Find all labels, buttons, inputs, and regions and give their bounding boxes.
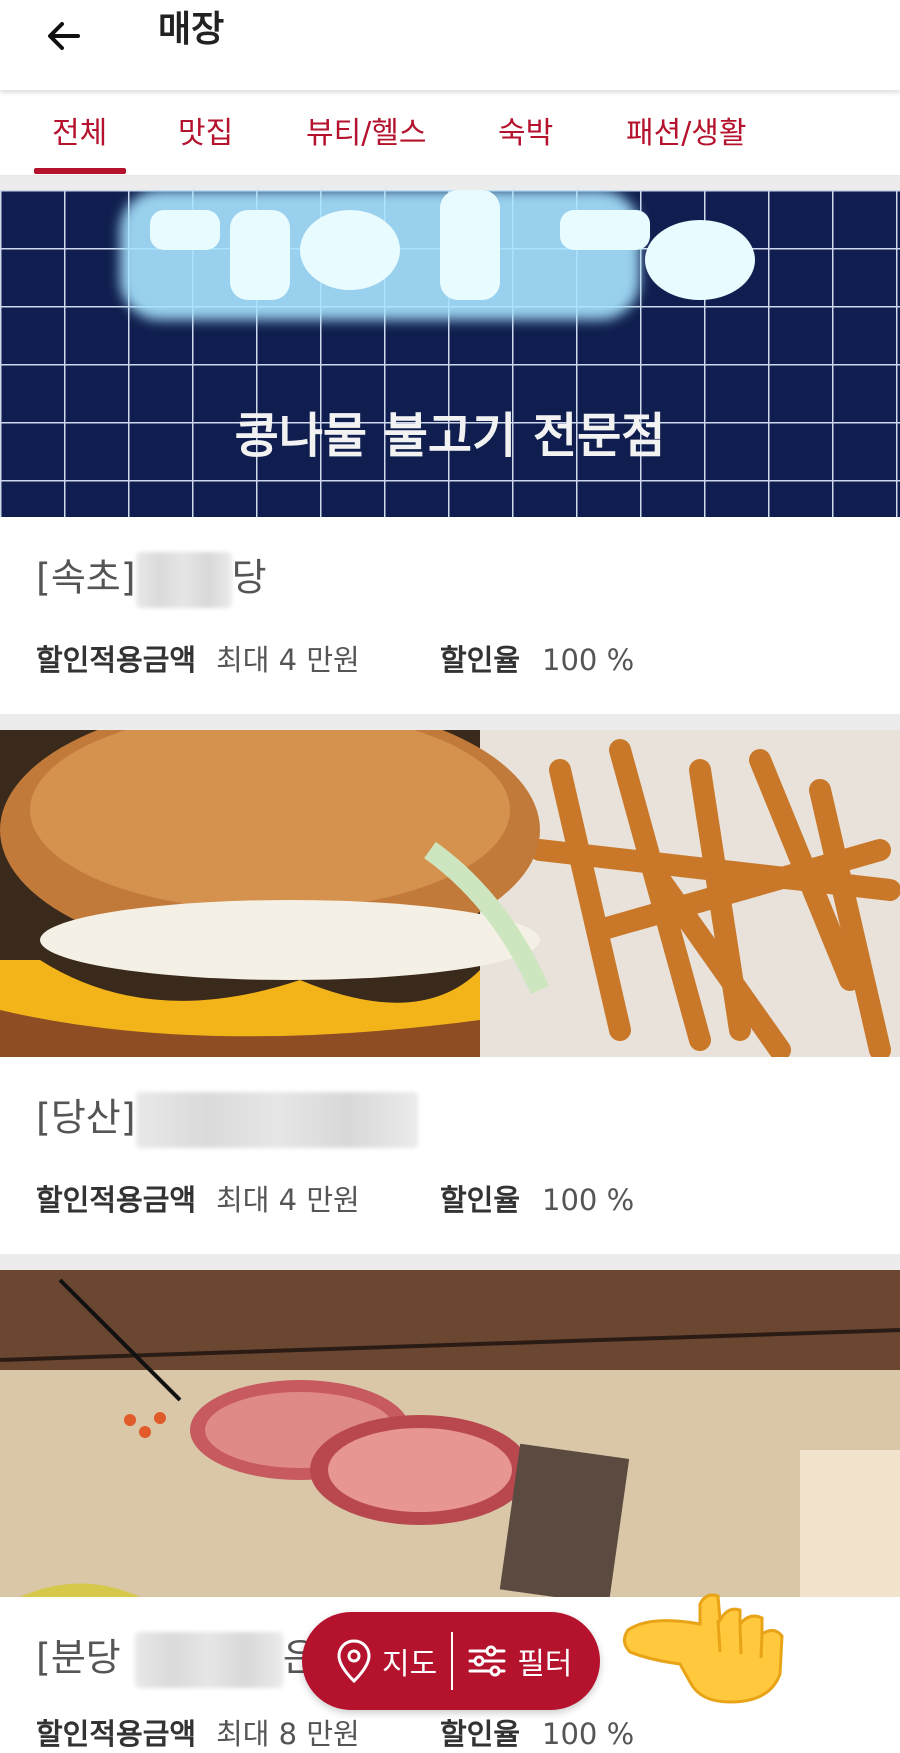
category-tabs: 전체 맛집 뷰티/헬스 숙박 패션/생활 (0, 90, 900, 176)
map-button[interactable]: 지도 (302, 1612, 451, 1710)
store-title: [속초] 당 (36, 552, 267, 608)
store-title: [당산] (36, 1092, 418, 1148)
discount-rate-label: 할인율 (440, 1183, 521, 1217)
store-image (0, 1270, 900, 1597)
tab-fashion-living[interactable]: 패션/생활 (626, 114, 747, 154)
map-filter-fab: 지도 필터 (302, 1612, 600, 1710)
discount-amount-value: 최대 8 만원 (216, 1717, 360, 1751)
pointing-hand-icon (623, 1593, 784, 1704)
discount-rate-value: 100 % (542, 643, 635, 677)
store-region: [분당 (36, 1635, 121, 1680)
discount-amount-label: 할인적용금액 (36, 643, 197, 677)
store-name-suffix: 당 (231, 555, 267, 600)
app-header: 매장 (0, 0, 900, 90)
discount-info: 할인적용금액 최대 8 만원 할인율 100 % (36, 1714, 634, 1753)
active-tab-indicator (34, 168, 126, 174)
discount-info: 할인적용금액 최대 4 만원 할인율 100 % (36, 1180, 634, 1220)
store-title: [분당 은 (36, 1632, 318, 1688)
store-image (0, 730, 900, 1057)
sign-text: 콩나물 불고기 전문점 (235, 408, 666, 464)
tab-lodging[interactable]: 숙박 (498, 114, 553, 154)
filter-label: 필터 (517, 1647, 573, 1682)
map-pin-icon (337, 1639, 371, 1684)
store-region: [속초] (36, 555, 136, 600)
sliders-icon (468, 1645, 506, 1677)
tab-all[interactable]: 전체 (52, 114, 107, 154)
tab-restaurants[interactable]: 맛집 (178, 114, 233, 154)
discount-amount-label: 할인적용금액 (36, 1183, 197, 1217)
filter-button[interactable]: 필터 (453, 1612, 572, 1710)
discount-rate-label: 할인율 (440, 1717, 521, 1751)
back-button[interactable] (36, 8, 92, 64)
discount-amount-value: 최대 4 만원 (216, 1183, 360, 1217)
discount-info: 할인적용금액 최대 4 만원 할인율 100 % (36, 640, 634, 680)
discount-rate-value: 100 % (542, 1717, 635, 1751)
discount-amount-value: 최대 4 만원 (216, 643, 360, 677)
store-image: 콩나물 불고기 전문점 (0, 190, 900, 517)
store-card[interactable]: 콩나물 불고기 전문점 [속초] 당 할인적용금액 최대 4 만원 할인율 100… (0, 190, 900, 714)
page-title: 매장 (158, 9, 225, 50)
discount-amount-label: 할인적용금액 (36, 1717, 197, 1751)
blurred-store-name (135, 552, 232, 608)
arrow-left-icon (48, 22, 80, 50)
store-region: [당산] (36, 1095, 136, 1140)
discount-rate-label: 할인율 (440, 643, 521, 677)
blurred-store-name (135, 1092, 418, 1148)
store-card[interactable]: [당산] 할인적용금액 최대 4 만원 할인율 100 % (0, 730, 900, 1254)
tab-beauty-health[interactable]: 뷰티/헬스 (306, 114, 427, 154)
blurred-store-name (134, 1632, 283, 1688)
discount-rate-value: 100 % (542, 1183, 635, 1217)
map-label: 지도 (382, 1647, 438, 1682)
